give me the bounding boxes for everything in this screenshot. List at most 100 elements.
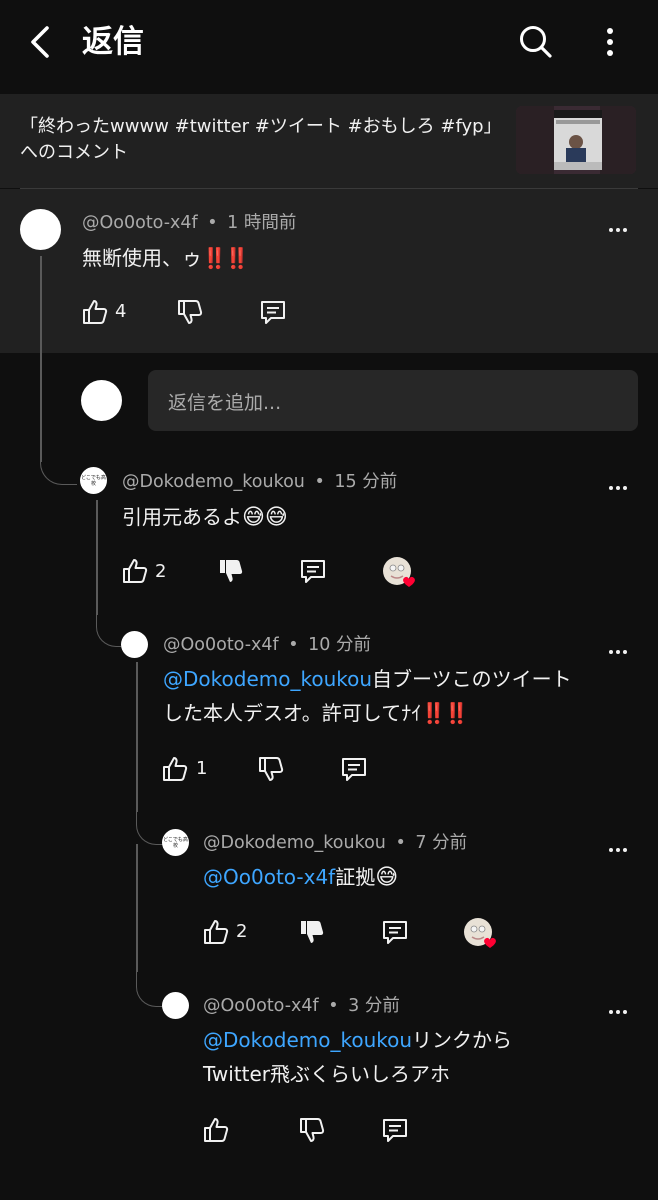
reply-input[interactable]: 返信を追加... — [148, 370, 638, 431]
reply-button[interactable] — [380, 917, 410, 947]
page-title: 返信 — [82, 24, 144, 60]
comment-time: 1 時間前 — [227, 213, 297, 233]
comment-icon — [261, 301, 285, 324]
comment-body-line1: 自ブーツこのツイート — [372, 667, 572, 691]
comment-meta: @Dokodemo_koukou • 15 分前 — [122, 470, 397, 494]
comment-text: @Dokodemo_koukou自ブーツこのツイート した本人デスオ。許可してﾅ… — [163, 662, 623, 730]
comment-body-line1: リンクから — [412, 1028, 513, 1052]
video-thumbnail[interactable] — [516, 106, 636, 174]
comment-more-button[interactable] — [604, 838, 632, 862]
comment-time: 7 分前 — [415, 833, 468, 853]
separator: • — [395, 833, 406, 853]
reply-button[interactable] — [258, 297, 288, 327]
like-button[interactable] — [160, 754, 190, 784]
search-button[interactable] — [514, 20, 558, 64]
comment-author[interactable]: @Oo0oto-x4f — [163, 635, 279, 655]
comment-emoji: ‼️‼️ — [421, 701, 469, 725]
comment-emoji: 😅 — [375, 865, 399, 890]
video-title-line2: へのコメント — [20, 142, 128, 163]
comment-author[interactable]: @Dokodemo_koukou — [203, 833, 386, 853]
comment-meta: @Oo0oto-x4f • 10 分前 — [163, 633, 371, 657]
reply-button[interactable] — [339, 754, 369, 784]
thread-line — [136, 662, 138, 812]
thumbs-up-icon — [163, 757, 188, 781]
mention-link[interactable]: @Oo0oto-x4f — [203, 865, 335, 889]
back-button[interactable] — [18, 20, 62, 64]
separator: • — [288, 635, 299, 655]
dislike-button-active[interactable] — [216, 556, 246, 586]
comment-text: 引用元あるよ😅😅 — [122, 500, 288, 535]
like-count: 2 — [236, 921, 248, 942]
separator: • — [328, 996, 339, 1016]
avatar[interactable]: どこでも高校 — [162, 829, 189, 856]
avatar[interactable]: どこでも高校 — [80, 467, 107, 494]
comment-author[interactable]: @Oo0oto-x4f — [203, 996, 319, 1016]
like-count: 2 — [155, 561, 167, 582]
comment-icon — [342, 758, 366, 781]
comment-text: @Oo0oto-x4f証拠😅 — [203, 860, 398, 895]
thumbs-up-icon — [83, 300, 108, 324]
dislike-button[interactable] — [175, 297, 205, 327]
thread-curve — [136, 966, 163, 1007]
comment-meta: @Oo0oto-x4f • 1 時間前 — [82, 211, 296, 235]
comment-text: @Dokodemo_koukouリンクから Twitter飛ぶくらいしろアホ — [203, 1023, 623, 1091]
thread-curve — [136, 806, 163, 845]
like-button[interactable] — [201, 917, 231, 947]
creator-heart-icon — [383, 557, 415, 587]
comment-more-button[interactable] — [604, 640, 632, 664]
thread-line — [40, 256, 42, 462]
dislike-button-active[interactable] — [297, 917, 327, 947]
comment-icon — [301, 560, 325, 583]
separator: • — [314, 472, 325, 492]
comment-meta: @Oo0oto-x4f • 3 分前 — [203, 994, 400, 1018]
comment-author[interactable]: @Oo0oto-x4f — [82, 213, 198, 233]
comment-time: 15 分前 — [334, 472, 398, 492]
like-count: 1 — [196, 758, 208, 779]
reply-button[interactable] — [380, 1115, 410, 1145]
reply-input-placeholder: 返信を追加... — [168, 392, 282, 414]
creator-heart-icon — [464, 918, 496, 948]
thread-line — [96, 500, 98, 615]
thread-curve — [96, 610, 121, 647]
thumbs-down-icon — [178, 300, 203, 324]
thumbs-down-filled-icon — [220, 560, 243, 582]
comment-body: 証拠 — [335, 865, 376, 889]
avatar[interactable] — [121, 631, 148, 658]
comment-text: 無断使用、ゥ‼️‼️ — [82, 241, 250, 275]
comment-meta: @Dokodemo_koukou • 7 分前 — [203, 831, 467, 855]
avatar-logo-text: どこでも高校 — [81, 474, 106, 487]
separator: • — [207, 213, 218, 233]
thumbs-up-icon — [204, 920, 229, 944]
avatar-logo-text: どこでも高校 — [163, 836, 188, 849]
video-title[interactable]: 「終わったwwww #twitter #ツイート #おもしろ #fyp」 へのコ… — [20, 114, 502, 166]
comment-author[interactable]: @Dokodemo_koukou — [122, 472, 305, 492]
thumbs-down-icon — [300, 1118, 325, 1142]
dislike-button[interactable] — [297, 1115, 327, 1145]
more-vertical-icon — [607, 28, 613, 56]
thread-line — [136, 844, 138, 972]
like-button[interactable] — [201, 1115, 231, 1145]
avatar[interactable] — [20, 209, 61, 250]
like-button[interactable] — [80, 297, 110, 327]
like-button[interactable] — [120, 556, 150, 586]
thumbs-down-filled-icon — [301, 921, 324, 943]
comment-more-button[interactable] — [604, 476, 632, 500]
comment-more-button[interactable] — [604, 1000, 632, 1024]
thread-curve — [40, 448, 77, 485]
comment-icon — [383, 921, 407, 944]
thumbnail-image — [516, 106, 636, 174]
search-icon — [520, 26, 552, 58]
more-options-button[interactable] — [592, 20, 628, 64]
chevron-left-icon — [31, 26, 49, 58]
reply-button[interactable] — [298, 556, 328, 586]
my-avatar — [81, 380, 122, 421]
dislike-button[interactable] — [256, 754, 286, 784]
avatar[interactable] — [162, 992, 189, 1019]
comment-time: 3 分前 — [348, 996, 400, 1016]
video-title-line1: 「終わったwwww #twitter #ツイート #おもしろ #fyp」 — [20, 116, 502, 137]
mention-link[interactable]: @Dokodemo_koukou — [163, 667, 372, 691]
comment-more-button[interactable] — [604, 218, 632, 242]
comment-body: 無断使用、ゥ — [82, 246, 202, 270]
mention-link[interactable]: @Dokodemo_koukou — [203, 1028, 412, 1052]
thumbs-down-icon — [259, 757, 284, 781]
